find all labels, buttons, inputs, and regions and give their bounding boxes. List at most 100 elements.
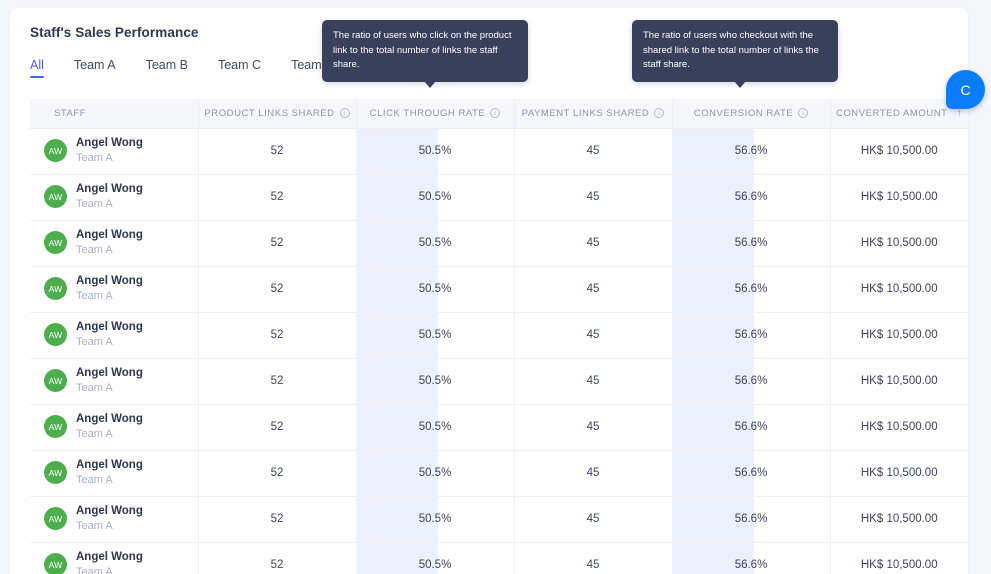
cell-payment-links-shared: 45: [514, 220, 673, 267]
avatar: AW: [44, 139, 67, 163]
cell-conversion-rate: 56.6%: [671, 496, 831, 543]
table-row[interactable]: AW Angel Wong Team A 52 50.5% 45 56.6% HK$ 10,5…: [30, 450, 968, 497]
table-row[interactable]: AW Angel Wong Team A 52 50.5% 45 56.6% HK$ 10,5…: [30, 128, 968, 175]
cell-product-links-shared: 52: [198, 312, 357, 359]
cell-conversion-rate: 56.6%: [671, 542, 831, 574]
cell-value: HK$ 10,500.00: [860, 467, 938, 479]
cell-click-through-rate: 50.5%: [355, 312, 515, 359]
avatar: AW: [44, 415, 67, 439]
column-header-product-links-shared[interactable]: PRODUCT LINKS SHARED: [198, 99, 357, 129]
cell-converted-amount: HK$ 10,500.00: [830, 496, 968, 543]
cell-value: HK$ 10,500.00: [860, 283, 938, 295]
table-row[interactable]: AW Angel Wong Team A 52 50.5% 45 56.6% HK$ 10,5…: [30, 266, 968, 313]
cell-value: 50.5%: [418, 375, 452, 387]
cell-value: HK$ 10,500.00: [860, 237, 938, 249]
cell-conversion-rate: 56.6%: [671, 128, 831, 175]
cell-payment-links-shared: 45: [514, 496, 673, 543]
table-row[interactable]: AW Angel Wong Team A 52 50.5% 45 56.6% HK$ 10,5…: [30, 312, 968, 359]
staff-text: Angel Wong Team A: [76, 320, 143, 350]
staff-text: Angel Wong Team A: [76, 274, 143, 304]
cell-value: 50.5%: [418, 513, 452, 525]
cell-payment-links-shared: 45: [514, 128, 673, 175]
table-row[interactable]: AW Angel Wong Team A 52 50.5% 45 56.6% HK$ 10,5…: [30, 542, 968, 574]
info-icon[interactable]: [339, 107, 350, 119]
cell-product-links-shared: 52: [198, 404, 357, 451]
cell-converted-amount: HK$ 10,500.00: [830, 450, 968, 497]
cell-conversion-rate: 56.6%: [671, 312, 831, 359]
staff-text: Angel Wong Team A: [76, 228, 143, 258]
cell-staff: AW Angel Wong Team A: [30, 358, 199, 405]
tab-all[interactable]: All: [30, 58, 44, 80]
cell-value: 50.5%: [418, 329, 452, 341]
cell-value: 50.5%: [418, 237, 452, 249]
column-header-click-through-rate[interactable]: CLICK THROUGH RATE: [356, 99, 515, 129]
staff-identity: AW Angel Wong Team A: [44, 182, 198, 212]
tab-team-a[interactable]: Team A: [74, 58, 116, 80]
column-header-inner: CLICK THROUGH RATE: [369, 107, 501, 119]
table-row[interactable]: AW Angel Wong Team A 52 50.5% 45 56.6% HK$ 10,5…: [30, 358, 968, 405]
sort-ascending-icon[interactable]: ↑: [957, 107, 963, 119]
staff-team: Team A: [76, 244, 113, 257]
tab-team-c[interactable]: Team C: [218, 58, 261, 80]
cell-value: 52: [270, 421, 284, 433]
chat-support-button[interactable]: C: [946, 70, 985, 109]
table-header: STAFF PRODUCT LINKS SHARED CLICK THROUGH R…: [30, 99, 968, 129]
cell-value: HK$ 10,500.00: [860, 329, 938, 341]
cell-conversion-rate: 56.6%: [671, 404, 831, 451]
staff-identity: AW Angel Wong Team A: [44, 136, 198, 166]
cell-value: 56.6%: [734, 329, 768, 341]
page-title: Staff's Sales Performance: [30, 25, 199, 40]
tooltip-click-through-rate: The ratio of users who click on the prod…: [322, 20, 528, 89]
table-row[interactable]: AW Angel Wong Team A 52 50.5% 45 56.6% HK$ 10,5…: [30, 220, 968, 267]
cell-staff: AW Angel Wong Team A: [30, 174, 199, 221]
cell-staff: AW Angel Wong Team A: [30, 404, 199, 451]
avatar: AW: [44, 553, 67, 574]
table-row[interactable]: AW Angel Wong Team A 52 50.5% 45 56.6% HK$ 10,5…: [30, 174, 968, 221]
info-icon[interactable]: [490, 107, 501, 119]
cell-conversion-rate: 56.6%: [671, 174, 831, 221]
staff-team: Team A: [76, 198, 113, 211]
cell-staff: AW Angel Wong Team A: [30, 220, 199, 267]
staff-text: Angel Wong Team A: [76, 412, 143, 442]
cell-value: 50.5%: [418, 559, 452, 571]
info-icon[interactable]: [798, 107, 809, 119]
cell-value: 45: [586, 145, 600, 157]
cell-value: HK$ 10,500.00: [860, 421, 938, 433]
cell-value: HK$ 10,500.00: [860, 513, 938, 525]
column-header-label: CONVERTED AMOUNT: [835, 107, 948, 119]
tab-team-b[interactable]: Team B: [146, 58, 188, 80]
column-header-conversion-rate[interactable]: CONVERSION RATE: [672, 99, 831, 129]
staff-identity: AW Angel Wong Team A: [44, 412, 198, 442]
cell-value: 56.6%: [734, 467, 768, 479]
sales-performance-card: Staff's Sales Performance All Team A Team …: [10, 8, 968, 574]
column-header-label: CLICK THROUGH RATE: [369, 107, 486, 119]
table-row[interactable]: AW Angel Wong Team A 52 50.5% 45 56.6% HK$ 10,5…: [30, 404, 968, 451]
staff-name: Angel Wong: [76, 136, 143, 149]
staff-name: Angel Wong: [76, 228, 143, 241]
cell-value: 45: [586, 559, 600, 571]
column-header-inner: CONVERSION RATE: [694, 107, 809, 119]
info-icon[interactable]: [654, 107, 665, 119]
column-header-payment-links-shared[interactable]: PAYMENT LINKS SHARED: [514, 99, 673, 129]
staff-name: Angel Wong: [76, 550, 143, 563]
cell-payment-links-shared: 45: [514, 450, 673, 497]
staff-name: Angel Wong: [76, 320, 143, 333]
staff-text: Angel Wong Team A: [76, 550, 143, 574]
cell-click-through-rate: 50.5%: [355, 542, 515, 574]
cell-value: 52: [270, 329, 284, 341]
cell-value: 56.6%: [734, 237, 768, 249]
cell-payment-links-shared: 45: [514, 542, 673, 574]
cell-value: 56.6%: [734, 283, 768, 295]
column-header-staff[interactable]: STAFF: [30, 99, 199, 129]
staff-table-scroll-area[interactable]: STAFF PRODUCT LINKS SHARED CLICK THROUGH R…: [30, 99, 968, 574]
cell-value: 56.6%: [734, 421, 768, 433]
column-header-label: STAFF: [54, 107, 87, 119]
staff-team: Team A: [76, 336, 113, 349]
staff-name: Angel Wong: [76, 182, 143, 195]
staff-identity: AW Angel Wong Team A: [44, 320, 198, 350]
table-row[interactable]: AW Angel Wong Team A 52 50.5% 45 56.6% HK$ 10,5…: [30, 496, 968, 543]
cell-click-through-rate: 50.5%: [355, 128, 515, 175]
avatar: AW: [44, 277, 67, 301]
cell-payment-links-shared: 45: [514, 174, 673, 221]
staff-name: Angel Wong: [76, 412, 143, 425]
